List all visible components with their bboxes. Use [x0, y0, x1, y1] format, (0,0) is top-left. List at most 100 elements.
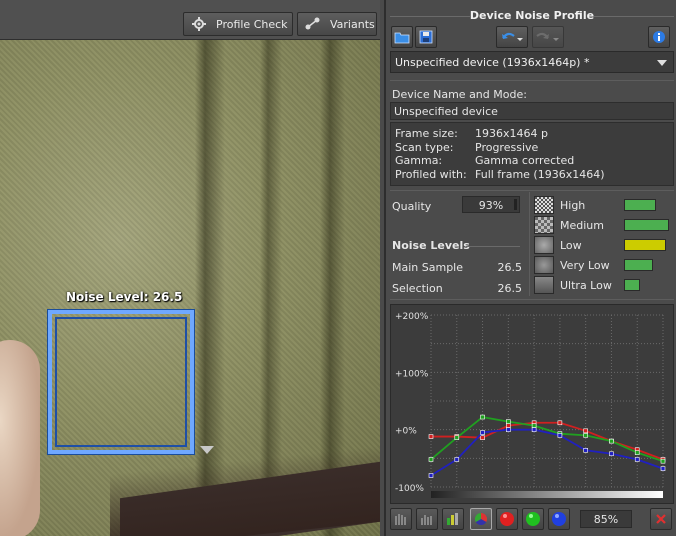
viewer-toolbar: Profile Check Variants: [0, 0, 380, 40]
curve-point: [428, 457, 434, 462]
blue-channel-icon: [552, 512, 566, 526]
high-noise-swatch-icon: [534, 196, 554, 214]
image-arm-region: [0, 340, 40, 536]
image-shadow-region: [110, 445, 380, 536]
curve-point: [557, 433, 563, 438]
divider: [390, 299, 674, 300]
quality-label: Quality: [392, 200, 432, 213]
curve-point: [454, 457, 460, 462]
close-icon: [656, 514, 666, 524]
selection-dropdown-arrow-icon[interactable]: [200, 446, 214, 454]
medium-noise-swatch-icon: [534, 216, 554, 234]
device-name-field[interactable]: Unspecified device: [390, 102, 674, 120]
very-low-noise-swatch-icon: [534, 256, 554, 274]
folder-icon: [394, 32, 410, 44]
curve-point: [583, 448, 588, 453]
main-sample-label: Main Sample: [392, 261, 464, 274]
green-channel-button[interactable]: [522, 508, 544, 530]
save-icon: [419, 30, 433, 44]
quality-value[interactable]: 93%: [462, 196, 520, 213]
variants-icon: [304, 15, 322, 33]
curve-point: [480, 430, 485, 435]
histogram-color-button[interactable]: [442, 508, 464, 530]
main-sample-value: 26.5: [497, 261, 523, 274]
vertical-divider: [529, 192, 530, 296]
curve-point: [634, 457, 640, 462]
histogram-icon: [395, 514, 406, 525]
y-tick-label: +100%: [395, 369, 429, 379]
ultra-low-noise-swatch-icon: [534, 276, 554, 294]
profile-check-button[interactable]: Profile Check: [183, 12, 293, 36]
histogram-high-button[interactable]: [390, 508, 412, 530]
rgb-channels-icon: [474, 513, 488, 526]
gear-icon: [190, 15, 208, 33]
green-channel-icon: [526, 512, 540, 526]
curve-point: [583, 433, 588, 438]
quality-slider-handle[interactable]: [514, 199, 517, 210]
chevron-down-icon: [657, 60, 667, 66]
luminance-gradient-bar: [431, 491, 663, 498]
curve-point: [506, 427, 511, 432]
noise-curve-graph[interactable]: +200% +100% +0% -100%: [390, 304, 674, 504]
curve-point: [660, 458, 666, 464]
curve-point: [634, 450, 640, 455]
level-low[interactable]: Low: [534, 236, 674, 254]
image-viewer[interactable]: Profile Check Variants Noise Level: 26.5: [0, 0, 380, 536]
red-channel-button[interactable]: [496, 508, 518, 530]
y-tick-label: +200%: [395, 312, 429, 322]
help-button[interactable]: [648, 26, 670, 48]
noise-levels-title: Noise Levels: [392, 239, 470, 252]
y-tick-label: -100%: [395, 484, 424, 494]
level-medium[interactable]: Medium: [534, 216, 674, 234]
device-noise-profile-panel: Device Noise Profile Unspecified device …: [384, 0, 676, 536]
noise-level-label: Noise Level: 26.5: [66, 290, 183, 304]
level-ultra-low[interactable]: Ultra Low: [534, 276, 674, 294]
profile-select[interactable]: Unspecified device (1936x1464p) *: [390, 51, 674, 73]
curve-point: [583, 428, 588, 434]
low-noise-swatch-icon: [534, 236, 554, 254]
histogram-icon: [421, 515, 432, 525]
undo-icon: [502, 32, 523, 41]
selection-box[interactable]: [47, 309, 195, 455]
divider: [390, 80, 674, 81]
reset-curve-button[interactable]: [650, 508, 672, 530]
profile-check-label: Profile Check: [216, 17, 288, 31]
curve-point: [428, 473, 434, 478]
info-row-profiled-with: Profiled with: Full frame (1936x1464): [395, 167, 605, 181]
save-button[interactable]: [415, 26, 437, 48]
curve-point: [609, 438, 614, 444]
level-very-low[interactable]: Very Low: [534, 256, 674, 274]
all-channels-button[interactable]: [470, 508, 492, 530]
zoom-field[interactable]: 85%: [580, 510, 632, 528]
low-level-bar: [624, 239, 666, 251]
info-row-frame-size: Frame size: 1936x1464 p: [395, 127, 548, 140]
info-row-scan-type: Scan type: Progressive: [395, 140, 539, 154]
medium-level-bar: [624, 219, 669, 231]
info-icon: [653, 31, 665, 43]
curve-point: [428, 434, 434, 439]
variants-label: Variants: [330, 17, 375, 31]
selection-box-inner: [55, 317, 187, 447]
noise-levels-divider: [466, 246, 520, 247]
curve-point: [506, 419, 511, 424]
curve-point: [531, 423, 537, 428]
blue-channel-button[interactable]: [548, 508, 570, 530]
color-histogram-icon: [447, 513, 458, 525]
ultra-low-level-bar: [624, 279, 640, 291]
noise-preview-image[interactable]: [0, 40, 380, 536]
main-sample-row: Main Sample 26.5: [392, 261, 522, 274]
histogram-mid-button[interactable]: [416, 508, 438, 530]
undo-button[interactable]: [496, 26, 528, 48]
redo-button[interactable]: [532, 26, 564, 48]
info-row-gamma: Gamma: Gamma corrected: [395, 154, 575, 167]
variants-button[interactable]: Variants: [297, 12, 377, 36]
profile-select-value: Unspecified device (1936x1464p) *: [395, 56, 590, 69]
level-high[interactable]: High: [534, 196, 674, 214]
noise-curve-svg[interactable]: +200% +100% +0% -100%: [391, 305, 675, 505]
selection-value: 26.5: [497, 282, 523, 295]
curve-point: [531, 427, 537, 432]
device-info-box: Frame size: 1936x1464 p Scan type: Progres…: [390, 122, 674, 186]
curve-point: [609, 451, 614, 457]
open-folder-button[interactable]: [391, 26, 413, 48]
divider: [390, 190, 674, 191]
